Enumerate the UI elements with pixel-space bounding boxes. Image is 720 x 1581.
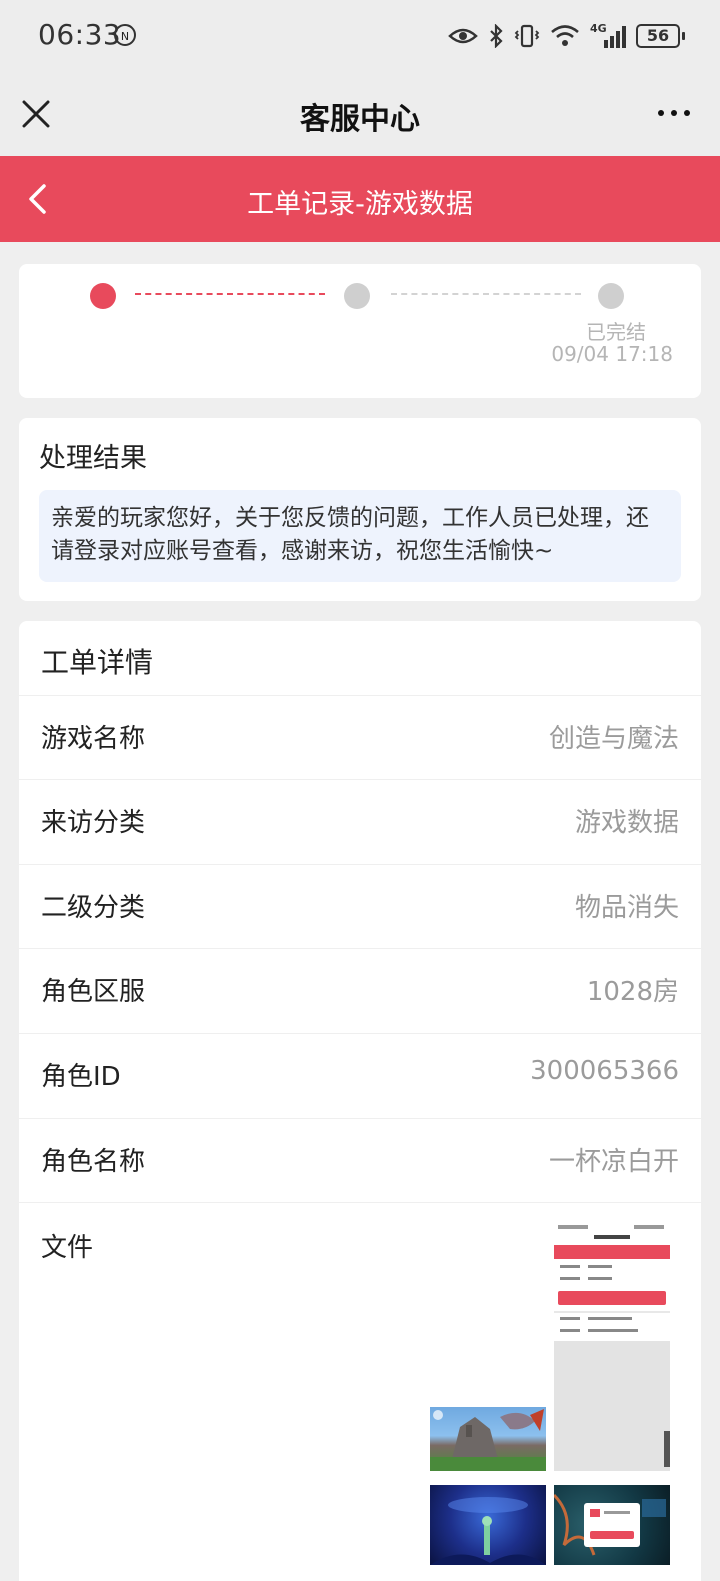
status-bar: 06:33 N 4G 56 — [0, 0, 720, 72]
attachment-thumbnail-game-underwater[interactable] — [430, 1485, 546, 1565]
detail-row-role-id: 角色ID 300065366 — [19, 1033, 701, 1118]
detail-value: 1028房 — [586, 977, 679, 1007]
step-dot-completed — [598, 283, 624, 309]
vibrate-icon — [514, 24, 540, 48]
detail-row-server: 角色区服 1028房 — [19, 948, 701, 1033]
detail-row-visit-category: 来访分类 游戏数据 — [19, 779, 701, 864]
detail-value: 300065366 — [530, 1056, 679, 1086]
notification-badge-icon: N — [114, 24, 136, 46]
cellular-signal-icon: 4G — [590, 22, 626, 48]
details-title: 工单详情 — [41, 646, 154, 679]
attachment-thumbnail-game-castle[interactable] — [430, 1407, 546, 1471]
detail-value: 创造与魔法 — [548, 724, 679, 754]
attachment-thumbnail-game-dialog[interactable] — [554, 1485, 670, 1565]
network-type: 4G — [590, 22, 607, 35]
detail-label: 角色名称 — [41, 1147, 146, 1177]
step-status-label: 已完结 — [586, 320, 646, 344]
app-titlebar: 客服中心 — [0, 72, 720, 156]
detail-label: 游戏名称 — [41, 724, 146, 754]
game-screenshot-image — [430, 1497, 546, 1565]
ticket-header: 工单记录-游戏数据 — [0, 156, 720, 242]
result-message: 亲爱的玩家您好，关于您反馈的问题，工作人员已处理，还请登录对应账号查看，感谢来访… — [39, 490, 681, 582]
battery-indicator: 56 — [636, 24, 685, 48]
files-label: 文件 — [41, 1233, 94, 1263]
status-time: 06:33 — [38, 18, 122, 51]
page-title: 客服中心 — [300, 102, 420, 137]
detail-label: 来访分类 — [41, 808, 146, 838]
result-card: 处理结果 亲爱的玩家您好，关于您反馈的问题，工作人员已处理，还请登录对应账号查看… — [19, 418, 701, 601]
detail-value: 一杯凉白开 — [548, 1147, 679, 1177]
game-screenshot-image — [554, 1493, 666, 1556]
detail-label: 角色区服 — [41, 977, 146, 1007]
status-icons: 4G 56 — [448, 20, 685, 52]
eye-icon — [448, 28, 478, 44]
result-title: 处理结果 — [39, 443, 147, 474]
detail-label: 二级分类 — [41, 893, 146, 923]
detail-label: 角色ID — [41, 1062, 121, 1092]
ticket-header-title: 工单记录-游戏数据 — [247, 189, 473, 220]
detail-value: 物品消失 — [574, 893, 679, 923]
detail-row-game-name: 游戏名称 创造与魔法 — [19, 695, 701, 780]
attachment-thumbnail-screenshot[interactable] — [554, 1221, 670, 1471]
step-dot-submitted — [90, 283, 116, 309]
step-dot-processing — [344, 283, 370, 309]
detail-row-sub-category: 二级分类 物品消失 — [19, 864, 701, 949]
progress-line-inactive — [391, 293, 581, 295]
screenshot-preview-image — [554, 1221, 670, 1471]
bluetooth-icon — [490, 24, 503, 48]
detail-row-role-name: 角色名称 一杯凉白开 — [19, 1118, 701, 1203]
ticket-details-card: 工单详情 游戏名称 创造与魔法 来访分类 游戏数据 二级分类 物品消失 角色区服… — [19, 621, 701, 1581]
detail-value: 游戏数据 — [574, 808, 679, 838]
progress-line-active — [135, 293, 325, 295]
wifi-icon — [551, 25, 579, 46]
step-status-time: 09/04 17:18 — [551, 342, 673, 366]
progress-card: 已完结 09/04 17:18 — [19, 264, 701, 398]
game-screenshot-image — [430, 1409, 546, 1471]
more-options-icon[interactable] — [658, 110, 690, 116]
detail-divider — [19, 1202, 701, 1204]
